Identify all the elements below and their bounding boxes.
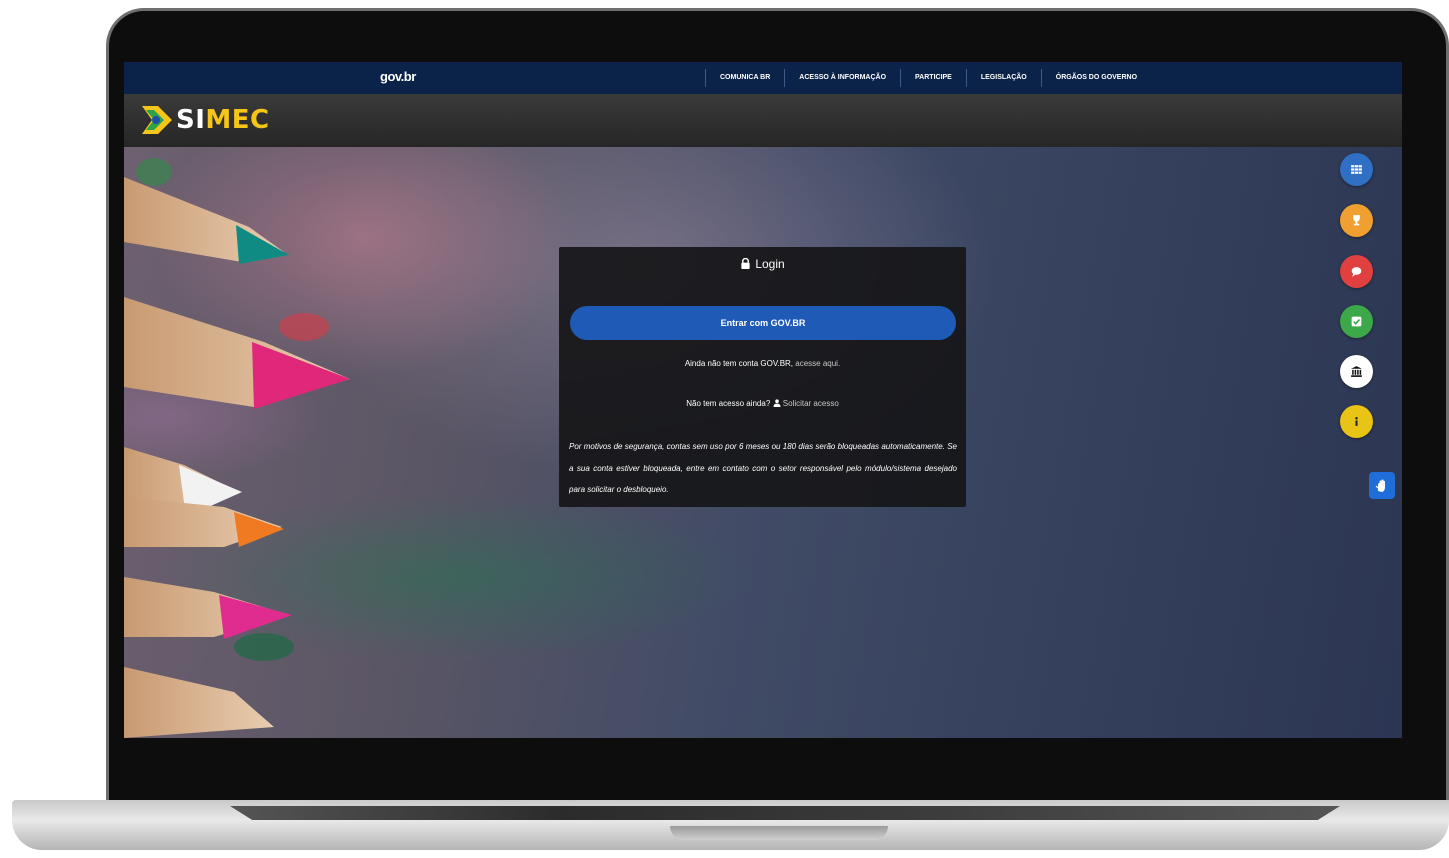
govbr-nav: COMUNICA BR ACESSO À INFORMAÇÃO PARTICIP… [705, 69, 1151, 87]
nav-acesso-informacao[interactable]: ACESSO À INFORMAÇÃO [784, 69, 900, 87]
create-account-link[interactable]: acesse aqui. [795, 359, 840, 368]
grid-icon [1351, 165, 1362, 174]
no-account-line: Ainda não tem conta GOV.BR, acesse aqui. [559, 359, 966, 368]
accessibility-button[interactable] [1369, 472, 1395, 499]
logo-suffix: MEC [205, 105, 270, 135]
chat-button[interactable] [1340, 255, 1373, 288]
hero-background: Login Entrar com GOV.BR Ainda não tem co… [124, 147, 1402, 738]
simec-wordmark: SIMEC [176, 105, 270, 135]
grid-button[interactable] [1340, 153, 1373, 186]
nav-comunica-br[interactable]: COMUNICA BR [705, 69, 784, 87]
nav-participe[interactable]: PARTICIPE [900, 69, 966, 87]
request-access-link[interactable]: Solicitar acesso [783, 399, 839, 408]
govbr-logo[interactable]: gov.br [380, 69, 416, 84]
check-icon [1351, 316, 1362, 327]
nav-legislacao[interactable]: LEGISLAÇÃO [965, 69, 1041, 87]
chat-icon [1351, 267, 1362, 277]
nav-orgaos-governo[interactable]: ÓRGÃOS DO GOVERNO [1040, 69, 1151, 87]
info-button[interactable] [1340, 405, 1373, 438]
simec-logo[interactable]: SIMEC [140, 104, 270, 136]
info-icon [1355, 416, 1358, 426]
login-title-text: Login [755, 257, 785, 271]
trophy-button[interactable] [1340, 204, 1373, 237]
user-icon [773, 399, 781, 407]
sign-language-icon [1375, 479, 1385, 492]
institution-button[interactable] [1340, 355, 1373, 388]
request-access-line: Não tem acesso ainda? Solicitar acesso [559, 399, 966, 408]
pencils-photo [124, 158, 350, 738]
institution-icon [1351, 366, 1362, 377]
security-notice: Por motivos de segurança, contas sem uso… [569, 442, 957, 494]
check-button[interactable] [1340, 305, 1373, 338]
login-card: Login Entrar com GOV.BR Ainda não tem co… [559, 247, 966, 507]
trophy-icon [1353, 215, 1360, 226]
no-access-text: Não tem acesso ainda? [686, 399, 771, 408]
logo-prefix: SI [176, 105, 206, 135]
lock-icon [741, 258, 750, 269]
laptop-notch [670, 826, 888, 840]
govbr-login-button[interactable]: Entrar com GOV.BR [570, 306, 956, 340]
keyboard-strip [230, 806, 1340, 820]
no-account-text: Ainda não tem conta GOV.BR, [684, 359, 794, 368]
app-header: SIMEC [124, 94, 1402, 147]
screen: gov.br COMUNICA BR ACESSO À INFORMAÇÃO P… [124, 62, 1402, 738]
simec-arrow-icon [142, 106, 172, 134]
govbr-bar: gov.br COMUNICA BR ACESSO À INFORMAÇÃO P… [124, 62, 1402, 94]
login-title: Login [559, 257, 966, 271]
